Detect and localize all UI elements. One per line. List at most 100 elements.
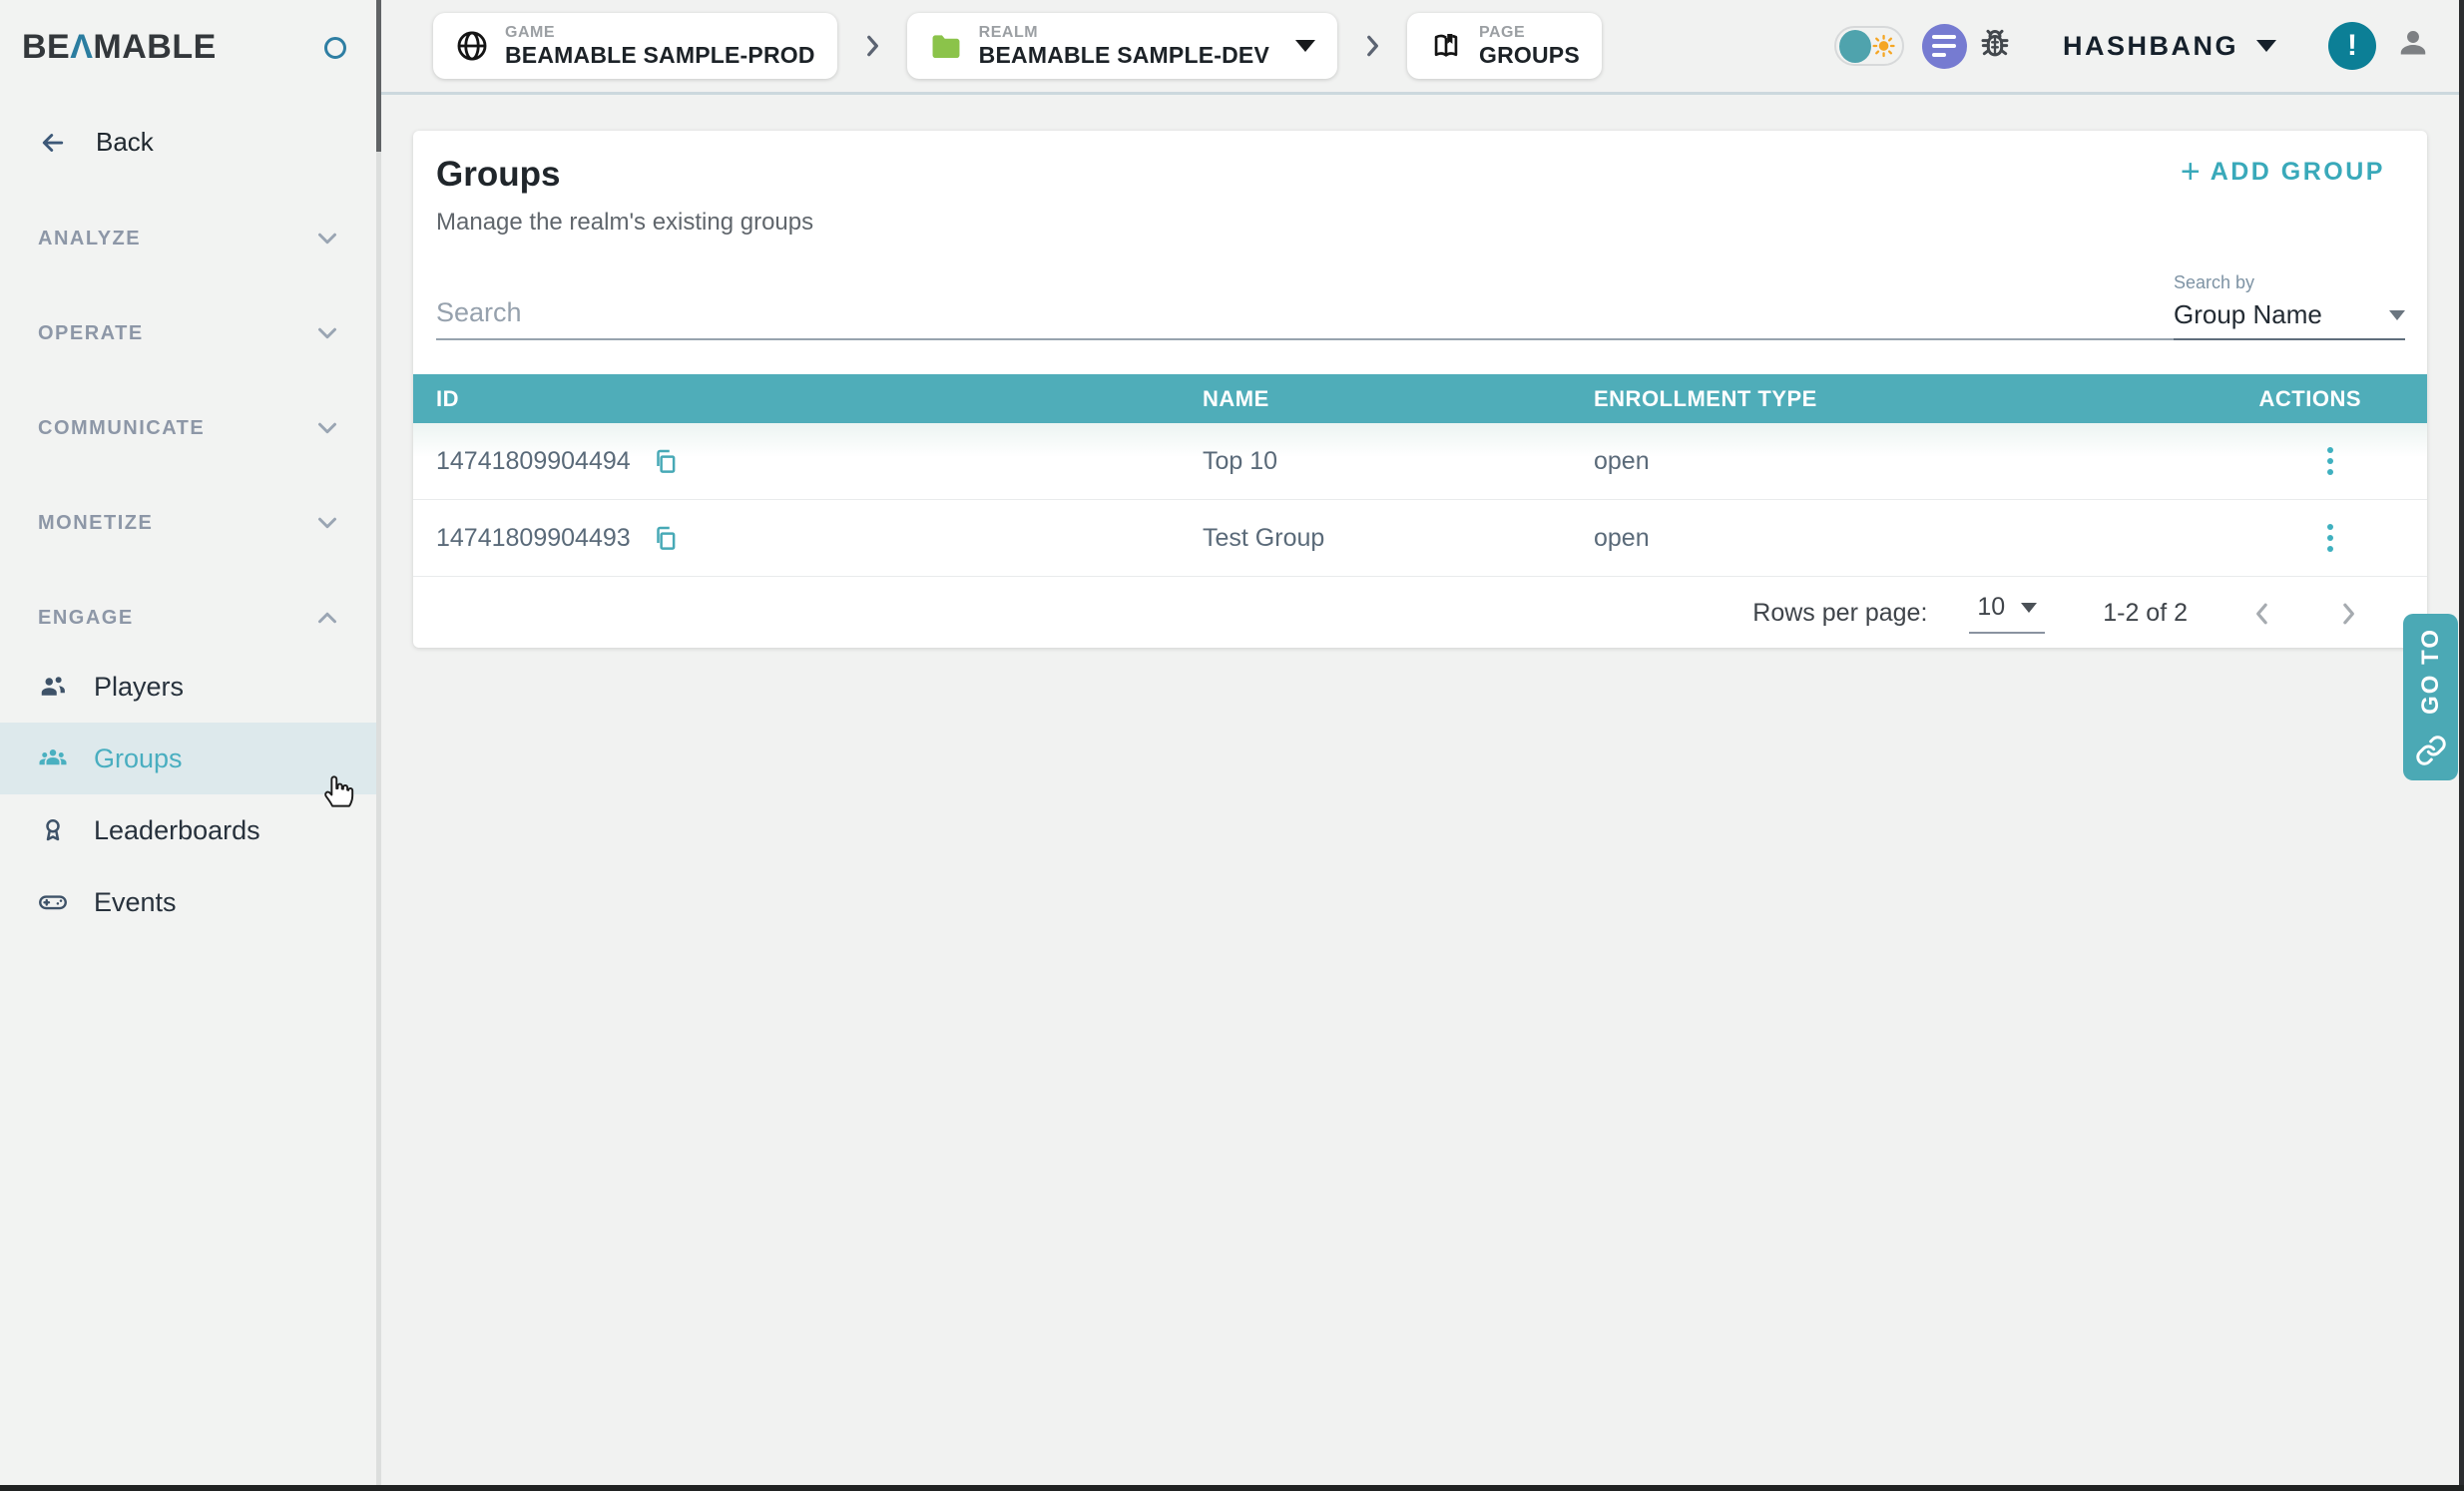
plus-icon: +	[2181, 155, 2201, 189]
table-row[interactable]: 14741809904494 Top 10 open	[413, 423, 2427, 500]
chevron-down-icon	[312, 224, 342, 253]
section-label: MONETIZE	[38, 512, 153, 535]
arrow-left-icon	[38, 128, 68, 158]
breadcrumb-chip-value: BEAMABLE SAMPLE-DEV	[979, 42, 1269, 68]
account-name: HASHBANG	[2063, 31, 2238, 62]
bug-report-icon[interactable]	[1975, 24, 2015, 69]
sidebar-item-groups[interactable]: Groups	[0, 723, 376, 794]
sidebar-section-monetize[interactable]: MONETIZE	[0, 498, 376, 548]
kebab-menu-icon[interactable]	[2321, 518, 2339, 558]
section-label: COMMUNICATE	[38, 417, 205, 440]
caret-down-icon	[2021, 603, 2037, 613]
chevron-down-icon	[312, 413, 342, 443]
alert-badge[interactable]: !	[2328, 22, 2376, 70]
breadcrumb-chip-value: BEAMABLE SAMPLE-PROD	[505, 42, 815, 68]
copy-icon[interactable]	[651, 446, 681, 476]
breadcrumb-realm-chip[interactable]: REALM BEAMABLE SAMPLE-DEV	[907, 13, 1337, 79]
column-header-name: NAME	[1203, 386, 1594, 412]
table-row[interactable]: 14741809904493 Test Group open	[413, 500, 2427, 577]
sidebar: BEΛMABLE Back ANALYZE OPERATE COMMUNICAT…	[0, 0, 376, 1485]
folder-icon	[929, 29, 963, 63]
search-by-label: Search by	[2174, 272, 2405, 293]
sidebar-section-operate[interactable]: OPERATE	[0, 308, 376, 358]
column-header-enrollment-type: ENROLLMENT TYPE	[1594, 386, 2188, 412]
logo-text: BE	[22, 28, 70, 66]
sidebar-section-communicate[interactable]: COMMUNICATE	[0, 403, 376, 453]
section-label: ENGAGE	[38, 607, 134, 630]
sidebar-item-label: Leaderboards	[94, 815, 260, 846]
sun-icon	[1871, 33, 1896, 59]
sidebar-section-engage[interactable]: ENGAGE	[0, 593, 376, 643]
open-book-icon	[1429, 29, 1463, 63]
back-button[interactable]: Back	[0, 67, 376, 158]
pagination: Rows per page: 10 1-2 of 2	[413, 577, 2427, 650]
add-group-label: ADD GROUP	[2211, 158, 2385, 187]
breadcrumb-chip-label: REALM	[979, 24, 1269, 42]
caret-down-icon	[2256, 40, 2276, 52]
group-id: 14741809904494	[436, 447, 631, 476]
goto-label: GO TO	[2417, 628, 2445, 715]
account-avatar-icon[interactable]	[2392, 23, 2434, 70]
section-label: OPERATE	[38, 322, 144, 345]
rows-per-page-select[interactable]: 10	[1969, 593, 2045, 634]
kebab-menu-icon[interactable]	[2321, 441, 2339, 481]
group-id: 14741809904493	[436, 524, 631, 553]
sidebar-section-analyze[interactable]: ANALYZE	[0, 214, 376, 263]
sidebar-collapse-toggle-icon[interactable]	[324, 37, 346, 59]
pagination-range: 1-2 of 2	[2103, 599, 2188, 628]
previous-page-icon[interactable]	[2247, 599, 2277, 629]
search-by-select[interactable]: Search by Group Name	[2174, 272, 2405, 340]
exclamation-glyph: !	[2347, 29, 2357, 63]
groups-card: Groups Manage the realm's existing group…	[413, 131, 2427, 648]
page-subtitle: Manage the realm's existing groups	[436, 209, 2403, 237]
column-header-id: ID	[436, 386, 1203, 412]
column-header-actions: ACTIONS	[2188, 386, 2427, 412]
topbar-actions: HASHBANG !	[1834, 22, 2434, 70]
beamable-logo: BEΛMABLE	[22, 28, 217, 67]
sidebar-item-label: Players	[94, 672, 184, 703]
chevron-down-icon	[312, 318, 342, 348]
next-page-icon[interactable]	[2333, 599, 2363, 629]
breadcrumb-game-chip[interactable]: GAME BEAMABLE SAMPLE-PROD	[433, 13, 837, 79]
logo-accent-glyph: Λ	[70, 28, 93, 66]
add-group-button[interactable]: + ADD GROUP	[2181, 155, 2385, 189]
globe-icon	[455, 29, 489, 63]
breadcrumb-chip-value: GROUPS	[1479, 42, 1580, 68]
app-root: BEΛMABLE Back ANALYZE OPERATE COMMUNICAT…	[0, 0, 2464, 1491]
caret-down-icon	[1295, 40, 1315, 52]
chevron-down-icon	[312, 508, 342, 538]
search-input[interactable]	[436, 297, 1618, 328]
page-title: Groups	[436, 155, 2403, 195]
link-icon	[2415, 735, 2447, 766]
sidebar-item-label: Groups	[94, 744, 183, 774]
events-icon	[38, 887, 68, 917]
sidebar-divider	[376, 0, 381, 1485]
goto-tab[interactable]: GO TO	[2403, 614, 2458, 780]
players-icon	[38, 672, 68, 702]
breadcrumb-separator-icon	[1359, 33, 1385, 59]
theme-knob-icon	[1839, 30, 1871, 63]
window-bottom-edge	[0, 1485, 2464, 1491]
sidebar-item-players[interactable]: Players	[0, 651, 376, 723]
sidebar-nav: ANALYZE OPERATE COMMUNICATE MONETIZE ENG…	[0, 214, 376, 938]
breadcrumb-chip-label: PAGE	[1479, 24, 1580, 42]
group-enrollment-type: open	[1594, 447, 2188, 476]
caret-down-icon	[2389, 310, 2405, 320]
search-by-value: Group Name	[2174, 299, 2322, 330]
sidebar-item-events[interactable]: Events	[0, 866, 376, 938]
window-right-edge	[2459, 0, 2464, 1491]
rows-per-page-value: 10	[1977, 593, 2005, 622]
back-label: Back	[96, 127, 154, 158]
sidebar-item-label: Events	[94, 887, 177, 918]
rows-per-page-label: Rows per page:	[1752, 599, 1927, 628]
sidebar-item-leaderboards[interactable]: Leaderboards	[0, 794, 376, 866]
breadcrumb: GAME BEAMABLE SAMPLE-PROD REALM BEAMABLE…	[433, 13, 1602, 79]
changelog-icon[interactable]	[1922, 24, 1967, 69]
theme-toggle[interactable]	[1834, 26, 1904, 66]
search-row: Search by Group Name	[436, 276, 2405, 340]
copy-icon[interactable]	[651, 523, 681, 553]
breadcrumb-page-chip[interactable]: PAGE GROUPS	[1407, 13, 1602, 79]
group-enrollment-type: open	[1594, 524, 2188, 553]
leaderboards-icon	[38, 815, 68, 845]
account-menu[interactable]: HASHBANG	[2063, 31, 2276, 62]
